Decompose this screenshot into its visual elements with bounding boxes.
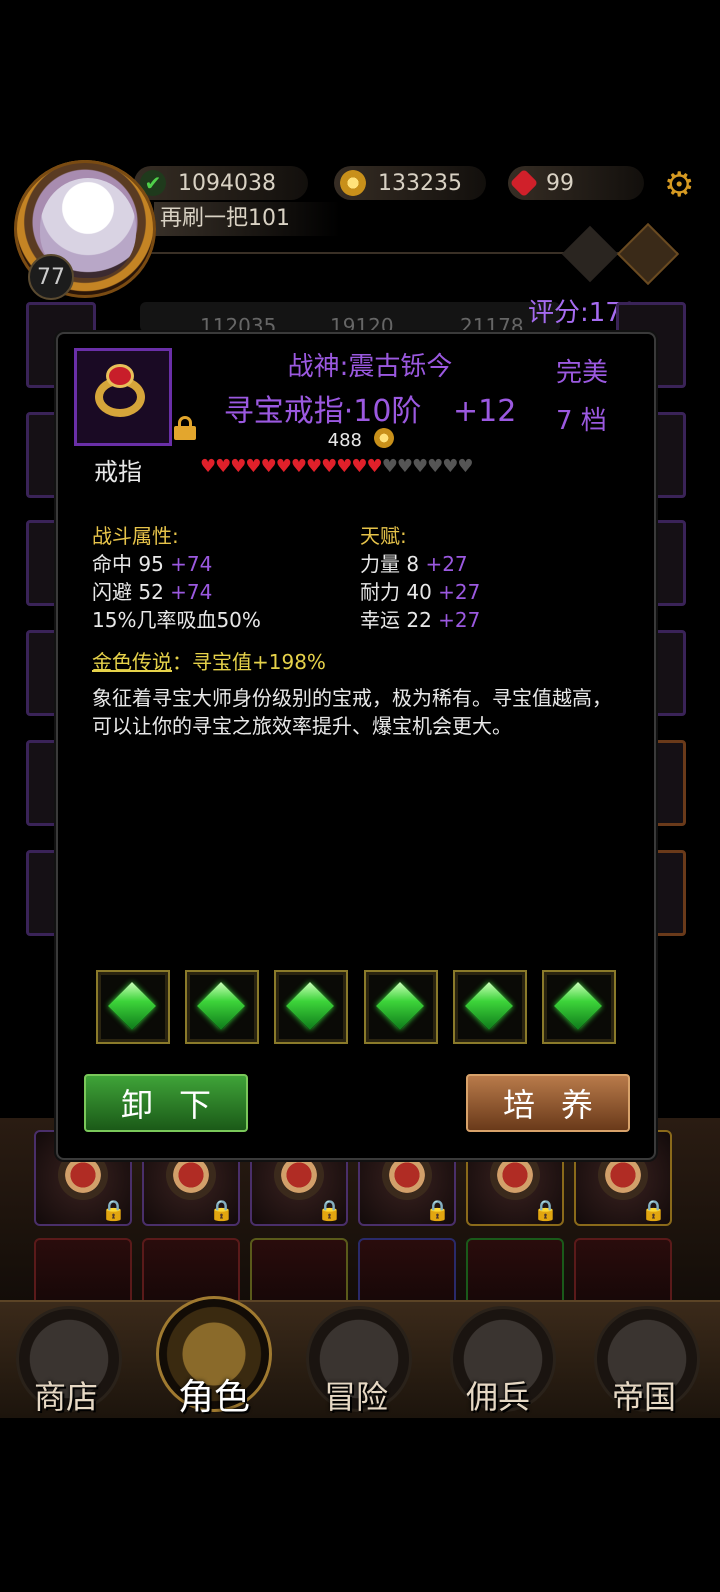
level-badge: 77 <box>28 254 74 300</box>
item-description: 象征着寻宝大师身份级别的宝戒，极为稀有。寻宝值越高，可以让你的寻宝之旅效率提升、… <box>92 686 612 738</box>
item-type: 戒指 <box>94 458 142 486</box>
gold-coin-icon <box>374 428 394 448</box>
heart-empty-icon: ♥ <box>396 456 413 477</box>
green-gem-icon <box>285 981 335 1031</box>
gem-socket[interactable] <box>542 970 616 1044</box>
resource-gem-value: 99 <box>546 170 574 196</box>
background-stats: 112035 19120 21178 <box>140 302 560 338</box>
lock-icon: 🔒 <box>317 1198 342 1222</box>
item-price: 488 <box>327 430 362 451</box>
gem-socket[interactable] <box>453 970 527 1044</box>
legendary-effect: 金色传说：寻宝值+198% <box>92 650 326 674</box>
green-gem-icon <box>464 981 514 1031</box>
heart-filled-icon: ♥ <box>260 456 277 477</box>
heart-empty-icon: ♥ <box>381 456 398 477</box>
heart-filled-icon: ♥ <box>215 456 231 477</box>
lock-icon: 🔒 <box>533 1198 558 1222</box>
item-quality: 完美 <box>556 358 609 388</box>
item-tier: 7 档 <box>556 406 607 436</box>
item-set-name: 战神:震古铄今 <box>287 352 453 382</box>
combat-stats-title: 战斗属性: <box>92 524 179 548</box>
green-gem-icon <box>375 981 425 1031</box>
talent-stat: 幸运 22 +27 <box>360 608 481 632</box>
green-gem-icon <box>107 981 157 1031</box>
heart-empty-icon: ♥ <box>457 456 473 477</box>
combat-stat: 命中 95 +74 <box>92 552 213 576</box>
train-button[interactable]: 培养 <box>466 1074 630 1132</box>
lock-icon[interactable] <box>174 416 196 440</box>
resource-gem: 99 <box>508 166 644 200</box>
gem-socket[interactable] <box>364 970 438 1044</box>
rank-icon[interactable] <box>561 225 619 283</box>
heart-filled-icon: ♥ <box>275 456 292 477</box>
heart-filled-icon: ♥ <box>305 456 322 477</box>
heart-empty-icon: ♥ <box>442 456 458 477</box>
item-name-text: 寻宝戒指·10阶 <box>223 394 422 429</box>
heart-filled-icon: ♥ <box>351 456 367 477</box>
nav-label-adventure[interactable]: 冒险 <box>324 1372 388 1418</box>
announcement-icon[interactable] <box>616 222 680 286</box>
heart-filled-icon: ♥ <box>245 456 261 477</box>
heart-filled-icon: ♥ <box>200 456 216 477</box>
lock-icon: 🔒 <box>425 1198 450 1222</box>
gem-socket[interactable] <box>274 970 348 1044</box>
heart-filled-icon: ♥ <box>321 456 337 477</box>
green-gem-icon <box>196 981 246 1031</box>
red-gem-icon <box>509 168 539 198</box>
gem-socket[interactable] <box>96 970 170 1044</box>
talent-title: 天赋: <box>360 524 407 548</box>
unequip-button[interactable]: 卸下 <box>84 1074 248 1132</box>
nav-label-mercenary[interactable]: 佣兵 <box>466 1372 530 1418</box>
gold-coin-icon <box>340 170 366 196</box>
resource-exp-value: 1094038 <box>178 170 276 196</box>
nav-label-character[interactable]: 角色 <box>178 1368 250 1420</box>
gear-icon[interactable]: ⚙ <box>664 168 694 202</box>
lock-icon: 🔒 <box>641 1198 666 1222</box>
item-enhance-level: +12 <box>452 394 517 429</box>
item-icon <box>74 348 172 446</box>
player-name: 再刷一把101 <box>154 202 340 236</box>
legendary-effect-link[interactable]: 金色传说 <box>92 650 172 674</box>
durability-hearts: ♥♥♥♥♥♥♥♥♥♥♥♥♥♥♥♥♥♥ <box>200 456 474 477</box>
resource-exp: ✔ 1094038 <box>134 166 308 200</box>
talent-stat: 耐力 40 +27 <box>360 580 481 604</box>
item-name: 寻宝戒指·10阶 +12 <box>200 386 540 430</box>
green-gem-icon <box>553 981 603 1031</box>
resource-gold-value: 133235 <box>378 170 462 196</box>
heart-filled-icon: ♥ <box>336 456 352 477</box>
nav-label-empire[interactable]: 帝国 <box>612 1372 676 1418</box>
heart-empty-icon: ♥ <box>427 456 443 477</box>
lock-icon: 🔒 <box>209 1198 234 1222</box>
heart-filled-icon: ♥ <box>366 456 383 477</box>
nav-label-shop[interactable]: 商店 <box>34 1372 98 1418</box>
heart-filled-icon: ♥ <box>290 456 307 477</box>
talent-stat: 力量 8 +27 <box>360 552 468 576</box>
lock-icon: 🔒 <box>101 1198 126 1222</box>
combat-stat: 15%几率吸血50% <box>92 608 261 632</box>
resource-gold: 133235 <box>334 166 486 200</box>
combat-stat: 闪避 52 +74 <box>92 580 213 604</box>
heart-empty-icon: ♥ <box>411 456 428 477</box>
heart-filled-icon: ♥ <box>230 456 246 477</box>
gem-socket[interactable] <box>185 970 259 1044</box>
